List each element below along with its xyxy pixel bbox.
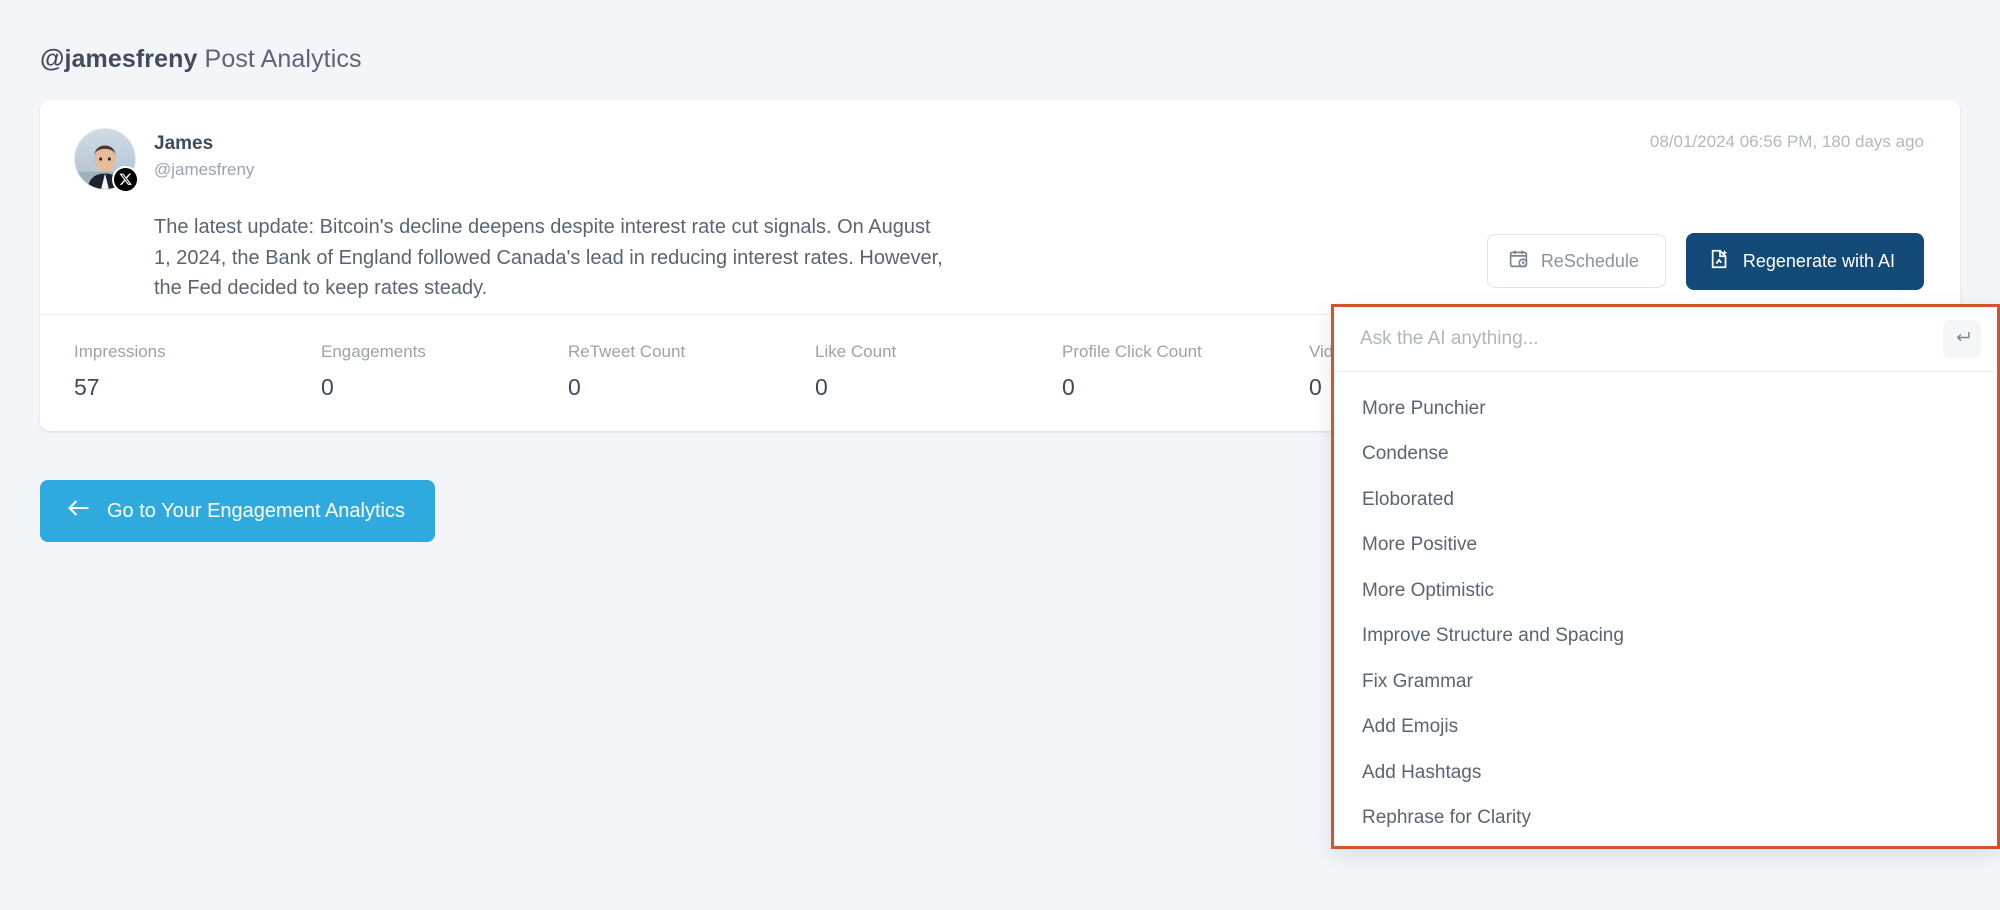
ai-input-row bbox=[1334, 307, 1997, 372]
ai-option-eloborated[interactable]: Eloborated bbox=[1334, 477, 1997, 522]
ai-submit-button[interactable] bbox=[1943, 320, 1981, 358]
metric-like-count: Like Count 0 bbox=[815, 341, 1062, 402]
post-author-names: James @jamesfreny bbox=[154, 128, 254, 182]
avatar[interactable] bbox=[74, 128, 139, 193]
ai-option-more-punchier[interactable]: More Punchier bbox=[1334, 386, 1997, 431]
post-text: The latest update: Bitcoin's decline dee… bbox=[154, 216, 943, 300]
regenerate-with-ai-button[interactable]: Regenerate with AI bbox=[1685, 232, 1924, 290]
metric-engagements: Engagements 0 bbox=[321, 341, 568, 402]
metric-profile-click-count: Profile Click Count 0 bbox=[1062, 341, 1309, 402]
page-title-handle: @jamesfreny bbox=[40, 45, 198, 73]
post-author-name: James bbox=[154, 133, 214, 154]
post-timestamp: 08/01/2024 06:56 PM, 180 days ago bbox=[1649, 132, 1924, 151]
post-author-handle: @jamesfreny bbox=[154, 159, 255, 179]
reschedule-button[interactable]: ReSchedule bbox=[1486, 234, 1666, 289]
ai-option-more-optimistic[interactable]: More Optimistic bbox=[1334, 568, 1997, 613]
ai-option-condense[interactable]: Condense bbox=[1334, 431, 1997, 476]
ai-option-continue-writing[interactable]: Continue Writing bbox=[1334, 840, 1997, 846]
ai-sparkle-icon bbox=[1709, 248, 1731, 275]
regenerate-label: Regenerate with AI bbox=[1742, 250, 1895, 271]
page-title-suffix: Post Analytics bbox=[197, 45, 362, 73]
metric-label: Profile Click Count bbox=[1062, 341, 1202, 361]
ai-prompt-input[interactable] bbox=[1360, 328, 1943, 350]
x-logo-icon bbox=[112, 166, 139, 193]
ai-option-fix-grammar[interactable]: Fix Grammar bbox=[1334, 659, 1997, 704]
post-analytics-page: @jamesfreny Post Analytics James @jamesf… bbox=[0, 0, 2000, 910]
ai-option-more-positive[interactable]: More Positive bbox=[1334, 522, 1997, 567]
cta-label: Go to Your Engagement Analytics bbox=[107, 499, 405, 522]
ai-option-rephrase-for-clarity[interactable]: Rephrase for Clarity bbox=[1334, 795, 1997, 840]
metric-value: 0 bbox=[1062, 373, 1075, 400]
metric-label: Engagements bbox=[321, 341, 426, 361]
metric-value: 0 bbox=[568, 373, 581, 400]
metric-value: 57 bbox=[74, 373, 100, 400]
ai-option-add-hashtags[interactable]: Add Hashtags bbox=[1334, 750, 1997, 795]
page-title: @jamesfreny Post Analytics bbox=[40, 45, 362, 74]
metric-label: ReTweet Count bbox=[568, 341, 686, 361]
go-to-engagement-analytics-button[interactable]: Go to Your Engagement Analytics bbox=[40, 480, 435, 542]
ai-option-add-emojis[interactable]: Add Emojis bbox=[1334, 704, 1997, 749]
metric-value: 0 bbox=[815, 373, 828, 400]
metric-retweet-count: ReTweet Count 0 bbox=[568, 341, 815, 402]
metric-label: Impressions bbox=[74, 341, 166, 361]
ai-suggestions-panel: More Punchier Condense Eloborated More P… bbox=[1331, 304, 2000, 849]
post-action-row: ReSchedule Regenerate with AI bbox=[1486, 232, 1924, 290]
post-card-body: James @jamesfreny 08/01/2024 06:56 PM, 1… bbox=[40, 100, 1960, 314]
enter-return-icon bbox=[1953, 328, 1972, 350]
ai-option-improve-structure-and-spacing[interactable]: Improve Structure and Spacing bbox=[1334, 613, 1997, 658]
reschedule-label: ReSchedule bbox=[1540, 250, 1639, 271]
ai-options-list: More Punchier Condense Eloborated More P… bbox=[1334, 372, 1997, 846]
metric-value: 0 bbox=[321, 373, 334, 400]
metric-label: Like Count bbox=[815, 341, 897, 361]
post-author-row: James @jamesfreny bbox=[74, 128, 1926, 193]
metric-impressions: Impressions 57 bbox=[74, 341, 321, 402]
calendar-clock-icon bbox=[1508, 248, 1529, 274]
arrow-left-icon bbox=[66, 498, 91, 524]
